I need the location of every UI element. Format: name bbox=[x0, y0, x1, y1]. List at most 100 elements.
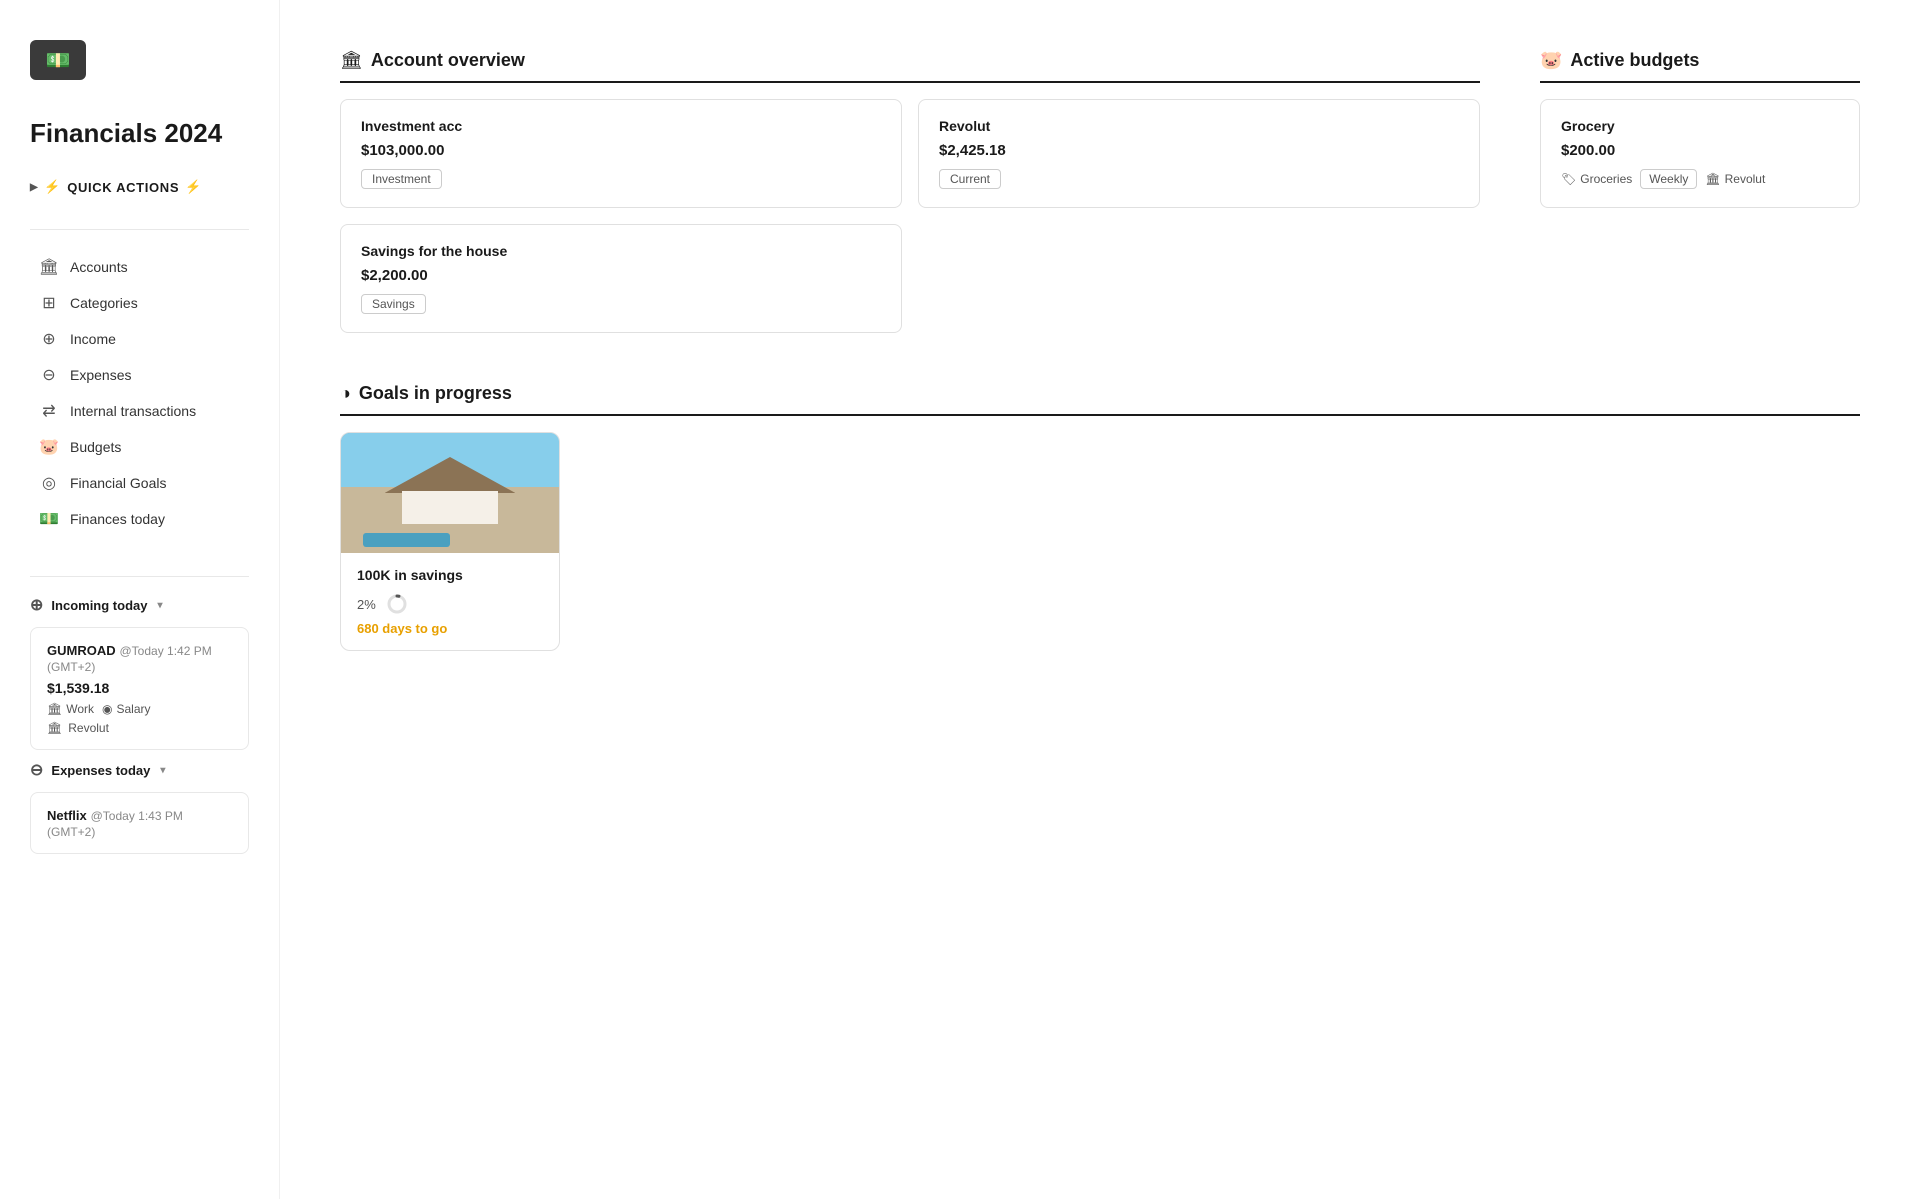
expenses-today-section: ⊖ Expenses today ▾ Netflix @Today 1:43 P… bbox=[30, 760, 249, 864]
sidebar-divider-top bbox=[30, 229, 249, 230]
sidebar-item-finances-today[interactable]: 💵 Finances today bbox=[30, 502, 249, 536]
budget-card-grocery[interactable]: Grocery $200.00 🏷 Groceries Weekly 🏛 Rev… bbox=[1540, 99, 1860, 208]
incoming-transaction-title: GUMROAD bbox=[47, 643, 116, 658]
sidebar-item-accounts-label: Accounts bbox=[70, 259, 128, 275]
expenses-transaction-card-0[interactable]: Netflix @Today 1:43 PM (GMT+2) bbox=[30, 792, 249, 854]
app-title: Financials 2024 bbox=[30, 118, 249, 149]
sidebar-item-categories[interactable]: ⊞ Categories bbox=[30, 286, 249, 320]
incoming-today-section: ⊕ Incoming today ▾ GUMROAD @Today 1:42 P… bbox=[30, 595, 249, 760]
expenses-transaction-title: Netflix bbox=[47, 808, 87, 823]
sidebar-item-financial-goals[interactable]: ◎ Financial Goals bbox=[30, 466, 249, 500]
incoming-transaction-tags: 🏛 Work ◉ Salary bbox=[47, 702, 232, 716]
expenses-transaction-header: Netflix @Today 1:43 PM (GMT+2) bbox=[47, 807, 232, 839]
internal-transactions-icon: ⇄ bbox=[38, 401, 60, 421]
account-amount-savings: $2,200.00 bbox=[361, 267, 881, 284]
sidebar-item-budgets[interactable]: 🐷 Budgets bbox=[30, 430, 249, 464]
incoming-transaction-amount: $1,539.18 bbox=[47, 680, 232, 696]
goals-header: ◑ Goals in progress bbox=[340, 383, 1860, 416]
budget-account-tag: 🏛 Revolut bbox=[1705, 172, 1765, 186]
incoming-transaction-card-0[interactable]: GUMROAD @Today 1:42 PM (GMT+2) $1,539.18… bbox=[30, 627, 249, 750]
quick-actions-label: QUICK ACTIONS bbox=[67, 180, 179, 195]
accounts-icon: 🏛 bbox=[38, 257, 60, 277]
house-pool bbox=[363, 533, 450, 547]
budget-category-icon: 🏷 bbox=[1561, 172, 1576, 186]
main-nav: 🏛 Accounts ⊞ Categories ⊕ Income ⊖ Expen… bbox=[30, 250, 249, 536]
goals-icon: ◑ bbox=[340, 383, 351, 404]
sidebar-item-internal-transactions-label: Internal transactions bbox=[70, 403, 196, 419]
account-name-investment: Investment acc bbox=[361, 118, 881, 134]
account-overview-header: 🏛 Account overview bbox=[340, 50, 1480, 83]
incoming-today-label: Incoming today bbox=[51, 598, 147, 613]
sidebar-item-financial-goals-label: Financial Goals bbox=[70, 475, 167, 491]
active-budgets-section: 🐷 Active budgets Grocery $200.00 🏷 Groce… bbox=[1540, 50, 1860, 333]
goal-progress-row: 2% bbox=[357, 593, 543, 615]
incoming-today-chevron: ▾ bbox=[157, 600, 162, 611]
house-background bbox=[341, 433, 559, 553]
goal-progress-circle bbox=[386, 593, 408, 615]
logo-block: 💵 bbox=[30, 40, 249, 80]
budget-category-tag: 🏷 Groceries bbox=[1561, 172, 1632, 186]
goal-percent: 2% bbox=[357, 597, 376, 612]
expenses-today-icon: ⊖ bbox=[30, 760, 43, 780]
account-label-revolut: Revolut bbox=[68, 721, 109, 735]
active-budgets-title: Active budgets bbox=[1570, 50, 1699, 71]
budget-tags: 🏷 Groceries Weekly 🏛 Revolut bbox=[1561, 169, 1839, 189]
budgets-icon: 🐷 bbox=[38, 437, 60, 457]
sidebar-item-categories-label: Categories bbox=[70, 295, 138, 311]
tag-salary-label: Salary bbox=[117, 702, 151, 716]
incoming-today-icon: ⊕ bbox=[30, 595, 43, 615]
account-overview-section: 🏛 Account overview Investment acc $103,0… bbox=[340, 50, 1480, 333]
goals-cards-row: 100K in savings 2% 680 days to go bbox=[340, 432, 1860, 651]
expenses-icon: ⊖ bbox=[38, 365, 60, 385]
house-roof bbox=[385, 457, 516, 493]
financial-goals-icon: ◎ bbox=[38, 473, 60, 493]
sidebar-item-internal-transactions[interactable]: ⇄ Internal transactions bbox=[30, 394, 249, 428]
goal-card-savings[interactable]: 100K in savings 2% 680 days to go bbox=[340, 432, 560, 651]
budget-amount-grocery: $200.00 bbox=[1561, 142, 1839, 159]
incoming-transaction-account: 🏛 Revolut bbox=[47, 721, 232, 735]
sidebar-item-expenses-label: Expenses bbox=[70, 367, 131, 383]
active-budgets-header: 🐷 Active budgets bbox=[1540, 50, 1860, 83]
sidebar: 💵 Financials 2024 ▶ ⚡ QUICK ACTIONS ⚡ 🏛 … bbox=[0, 0, 280, 1199]
account-amount-revolut: $2,425.18 bbox=[939, 142, 1459, 159]
goal-days-to-go: 680 days to go bbox=[357, 621, 543, 636]
expenses-today-chevron: ▾ bbox=[160, 765, 165, 776]
quick-actions-toggle[interactable]: ▶ ⚡ QUICK ACTIONS ⚡ bbox=[30, 179, 249, 195]
sidebar-item-income[interactable]: ⊕ Income bbox=[30, 322, 249, 356]
account-card-investment[interactable]: Investment acc $103,000.00 Investment bbox=[340, 99, 902, 208]
account-name-revolut: Revolut bbox=[939, 118, 1459, 134]
account-card-savings[interactable]: Savings for the house $2,200.00 Savings bbox=[340, 224, 902, 333]
goal-name: 100K in savings bbox=[357, 567, 543, 583]
tag-work-label: Work bbox=[66, 702, 94, 716]
sidebar-item-expenses[interactable]: ⊖ Expenses bbox=[30, 358, 249, 392]
expenses-today-toggle[interactable]: ⊖ Expenses today ▾ bbox=[30, 760, 249, 780]
goals-title: Goals in progress bbox=[359, 383, 512, 404]
sidebar-item-accounts[interactable]: 🏛 Accounts bbox=[30, 250, 249, 284]
budget-account-label: Revolut bbox=[1725, 172, 1766, 186]
account-type-investment: Investment bbox=[361, 169, 442, 189]
account-overview-icon: 🏛 bbox=[340, 50, 363, 71]
account-cards-grid: Investment acc $103,000.00 Investment Re… bbox=[340, 99, 1480, 333]
account-icon-revolut: 🏛 bbox=[47, 721, 62, 735]
account-overview-title: Account overview bbox=[371, 50, 525, 71]
categories-icon: ⊞ bbox=[38, 293, 60, 313]
app-logo-icon: 💵 bbox=[30, 40, 86, 80]
account-name-savings: Savings for the house bbox=[361, 243, 881, 259]
house-body bbox=[402, 491, 498, 525]
budget-category-label: Groceries bbox=[1580, 172, 1632, 186]
quick-actions-lightning-left: ⚡ bbox=[44, 179, 61, 195]
account-card-revolut[interactable]: Revolut $2,425.18 Current bbox=[918, 99, 1480, 208]
incoming-today-toggle[interactable]: ⊕ Incoming today ▾ bbox=[30, 595, 249, 615]
finances-today-icon: 💵 bbox=[38, 509, 60, 529]
goal-content-savings: 100K in savings 2% 680 days to go bbox=[341, 553, 559, 650]
top-sections-row: 🏛 Account overview Investment acc $103,0… bbox=[340, 50, 1860, 333]
account-type-savings: Savings bbox=[361, 294, 426, 314]
income-icon: ⊕ bbox=[38, 329, 60, 349]
goals-section: ◑ Goals in progress 100K in savings bbox=[340, 383, 1860, 651]
main-content: 🏛 Account overview Investment acc $103,0… bbox=[280, 0, 1920, 1199]
sidebar-item-budgets-label: Budgets bbox=[70, 439, 121, 455]
goal-image-savings bbox=[341, 433, 559, 553]
active-budgets-icon: 🐷 bbox=[1540, 50, 1562, 71]
salary-icon: ◉ bbox=[102, 702, 112, 716]
budget-name-grocery: Grocery bbox=[1561, 118, 1839, 134]
